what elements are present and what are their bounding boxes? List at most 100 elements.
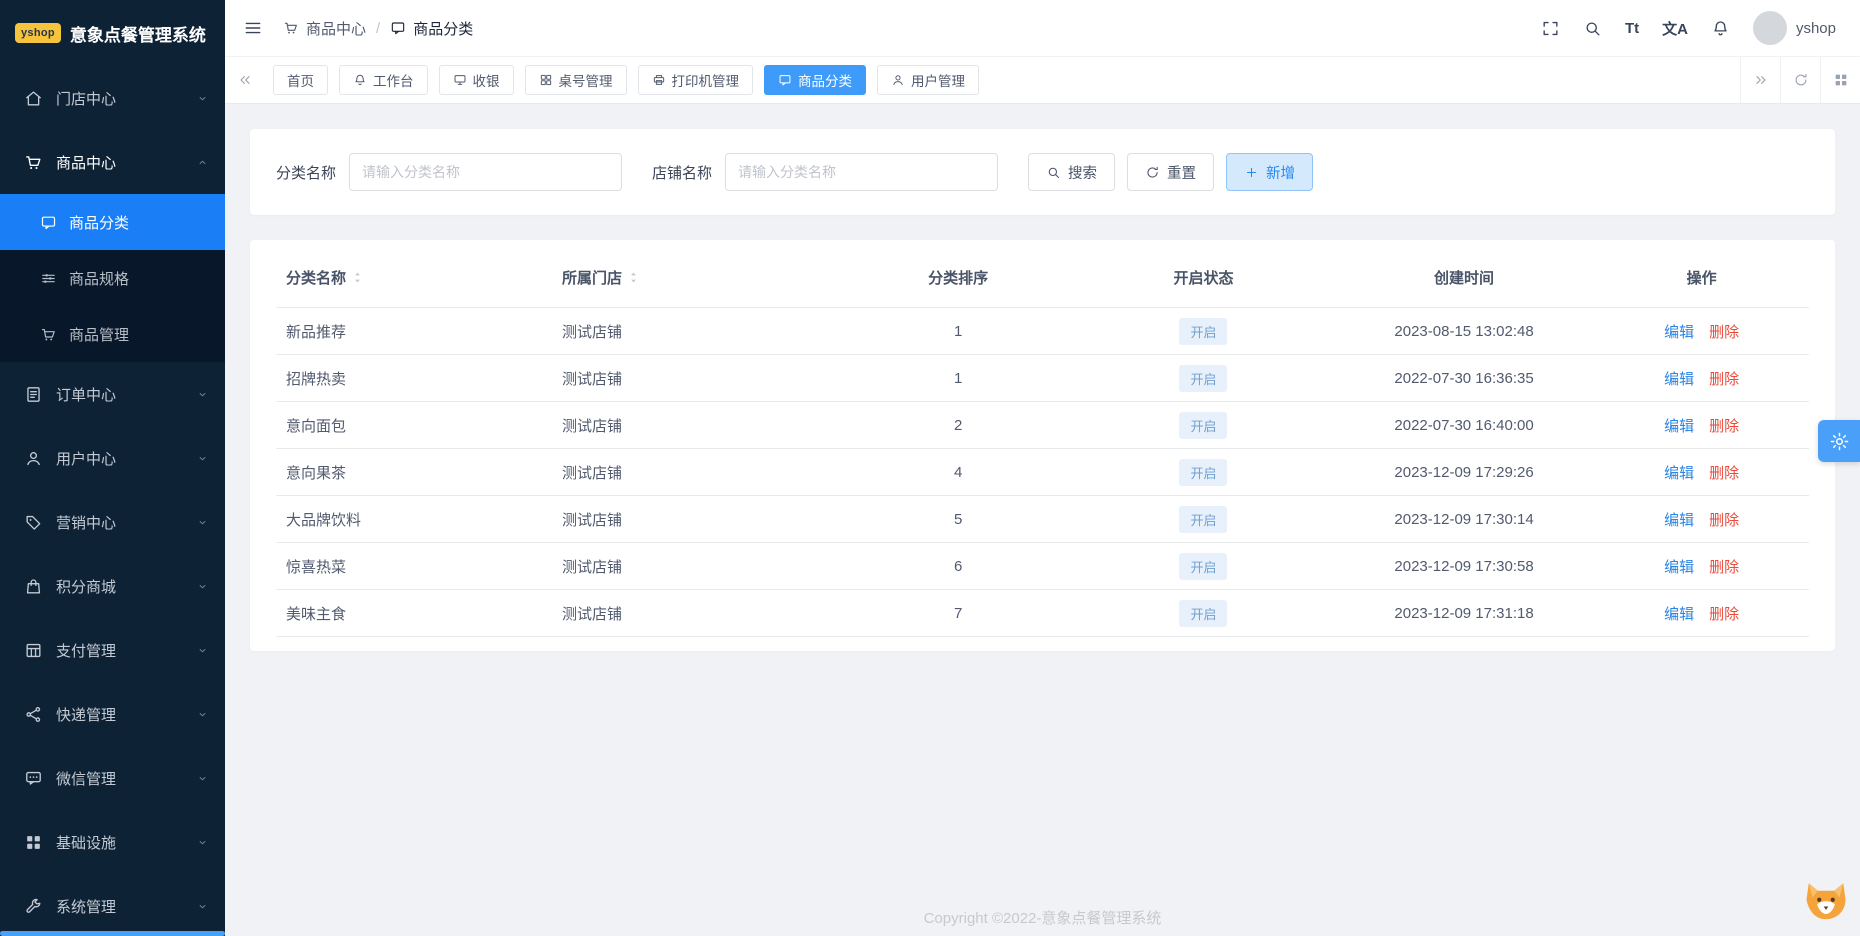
double-chevron-right-icon	[1753, 72, 1769, 88]
sidebar-item-system-manage[interactable]: 系统管理	[0, 874, 225, 936]
delete-link[interactable]: 删除	[1709, 559, 1739, 576]
tab-table-manage[interactable]: 桌号管理	[524, 65, 627, 95]
sidebar-subitem-product-manage[interactable]: 商品管理	[0, 306, 225, 362]
sidebar-item-order-center[interactable]: 订单中心	[0, 362, 225, 426]
chat-icon	[40, 214, 57, 231]
sidebar-item-payment-manage[interactable]: 支付管理	[0, 618, 225, 682]
search-icon	[1046, 165, 1061, 180]
column-header-label: 分类名称	[286, 270, 347, 287]
delete-link[interactable]: 删除	[1709, 512, 1739, 529]
edit-link[interactable]: 编辑	[1664, 559, 1694, 576]
cell-created-time: 2022-07-30 16:36:35	[1333, 354, 1595, 402]
cell-sort-order: 4	[843, 448, 1074, 496]
shop-name-field: 店铺名称	[652, 153, 999, 191]
tab-cashier[interactable]: 收银	[438, 65, 514, 95]
edit-link[interactable]: 编辑	[1664, 512, 1694, 529]
topbar-left: 商品中心 / 商品分类	[243, 18, 473, 39]
cell-category-name: 新品推荐	[276, 307, 552, 355]
cell-status: 开启	[1073, 542, 1334, 590]
tab-workbench[interactable]: 工作台	[339, 65, 428, 95]
category-name-input[interactable]	[349, 153, 623, 191]
tab-printer-manage[interactable]: 打印机管理	[637, 65, 753, 95]
topbar-right: Tt 文A yshop	[1541, 11, 1836, 45]
cell-created-time: 2023-12-09 17:30:58	[1333, 542, 1595, 590]
font-size-icon[interactable]: Tt	[1625, 20, 1639, 37]
column-header-label: 操作	[1686, 270, 1717, 287]
tab-label: 打印机管理	[671, 74, 740, 89]
hamburger-icon[interactable]	[243, 18, 263, 38]
tab-options-button[interactable]	[1820, 57, 1860, 103]
category-name-label: 分类名称	[276, 164, 337, 182]
content-area: 分类名称 店铺名称 搜索 重置 新增	[225, 104, 1860, 936]
settings-float-button[interactable]	[1818, 420, 1860, 462]
category-table: 分类名称 所属门店 分类排序 开启状态 创建时间 操作 新品推荐 测试店铺 1 开启 2023-0…	[276, 248, 1809, 637]
column-header-label: 开启状态	[1173, 270, 1234, 287]
monitor-icon	[453, 73, 467, 87]
sidebar-item-user-center[interactable]: 用户中心	[0, 426, 225, 490]
delete-link[interactable]: 删除	[1709, 606, 1739, 623]
cell-sort-order: 1	[843, 307, 1074, 355]
user-menu[interactable]: yshop	[1752, 11, 1836, 45]
cell-store: 测试店铺	[551, 401, 844, 449]
delete-link[interactable]: 删除	[1709, 418, 1739, 435]
add-button[interactable]: 新增	[1226, 153, 1314, 191]
edit-link[interactable]: 编辑	[1664, 418, 1694, 435]
breadcrumb-item-product-center[interactable]: 商品中心	[283, 18, 366, 39]
cell-sort-order: 1	[843, 354, 1074, 402]
scroll-tabs-right-button[interactable]	[1740, 57, 1780, 103]
search-icon[interactable]	[1583, 19, 1602, 38]
tab-label: 商品分类	[798, 74, 852, 89]
sidebar-item-product-center[interactable]: 商品中心	[0, 130, 225, 194]
grid-icon	[539, 73, 553, 87]
column-header[interactable]: 分类名称	[276, 248, 552, 308]
sidebar-subitem-product-category[interactable]: 商品分类	[0, 194, 225, 250]
tab-product-category[interactable]: 商品分类	[764, 65, 866, 95]
cell-sort-order: 2	[843, 401, 1074, 449]
sidebar-item-label: 积分商城	[56, 578, 117, 596]
plus-icon	[1244, 165, 1259, 180]
sidebar-item-marketing-center[interactable]: 营销中心	[0, 490, 225, 554]
delete-link[interactable]: 删除	[1709, 324, 1739, 341]
fullscreen-icon[interactable]	[1541, 19, 1560, 38]
sidebar-item-store-center[interactable]: 门店中心	[0, 66, 225, 130]
edit-link[interactable]: 编辑	[1664, 371, 1694, 388]
chevron-down-icon	[196, 836, 209, 849]
cell-status: 开启	[1073, 448, 1334, 496]
edit-link[interactable]: 编辑	[1664, 465, 1694, 482]
refresh-tab-button[interactable]	[1780, 57, 1820, 103]
logo[interactable]: yshop 意象点餐管理系统	[0, 0, 225, 66]
tab-home[interactable]: 首页	[273, 65, 328, 95]
edit-link[interactable]: 编辑	[1664, 606, 1694, 623]
table-header-row: 分类名称 所属门店 分类排序 开启状态 创建时间 操作	[276, 248, 1809, 308]
chevron-down-icon	[196, 92, 209, 105]
sidebar: yshop 意象点餐管理系统 门店中心 商品中心 商品分类 商品规格 商品管理 订单中心用…	[0, 0, 225, 936]
sidebar-item-wechat-manage[interactable]: 微信管理	[0, 746, 225, 810]
breadcrumb-label: 商品分类	[413, 20, 474, 38]
sort-icon[interactable]	[350, 270, 365, 285]
column-header[interactable]: 所属门店	[551, 248, 844, 308]
reset-button[interactable]: 重置	[1127, 153, 1215, 191]
table-icon	[24, 641, 43, 660]
search-button[interactable]: 搜索	[1028, 153, 1116, 191]
horizontal-scrollbar-thumb[interactable]	[0, 931, 225, 936]
sort-icon[interactable]	[626, 270, 641, 285]
table-row: 意向面包 测试店铺 2 开启 2022-07-30 16:40:00 编辑 删除	[276, 401, 1809, 449]
tab-user-manage[interactable]: 用户管理	[877, 65, 979, 95]
sidebar-item-label: 营销中心	[56, 514, 117, 532]
cell-created-time: 2023-12-09 17:29:26	[1333, 448, 1595, 496]
delete-link[interactable]: 删除	[1709, 371, 1739, 388]
fox-mascot-icon[interactable]	[1800, 878, 1852, 926]
bell-icon[interactable]	[1711, 19, 1730, 38]
scroll-tabs-left-button[interactable]	[225, 57, 265, 103]
shop-name-input[interactable]	[725, 153, 999, 191]
sidebar-item-express-manage[interactable]: 快递管理	[0, 682, 225, 746]
translate-icon[interactable]: 文A	[1662, 18, 1688, 39]
sidebar-subitem-product-spec[interactable]: 商品规格	[0, 250, 225, 306]
apps-icon	[1833, 72, 1849, 88]
sidebar-item-points-mall[interactable]: 积分商城	[0, 554, 225, 618]
edit-link[interactable]: 编辑	[1664, 324, 1694, 341]
chevron-down-icon	[196, 644, 209, 657]
sidebar-item-infrastructure[interactable]: 基础设施	[0, 810, 225, 874]
cell-status: 开启	[1073, 401, 1334, 449]
delete-link[interactable]: 删除	[1709, 465, 1739, 482]
